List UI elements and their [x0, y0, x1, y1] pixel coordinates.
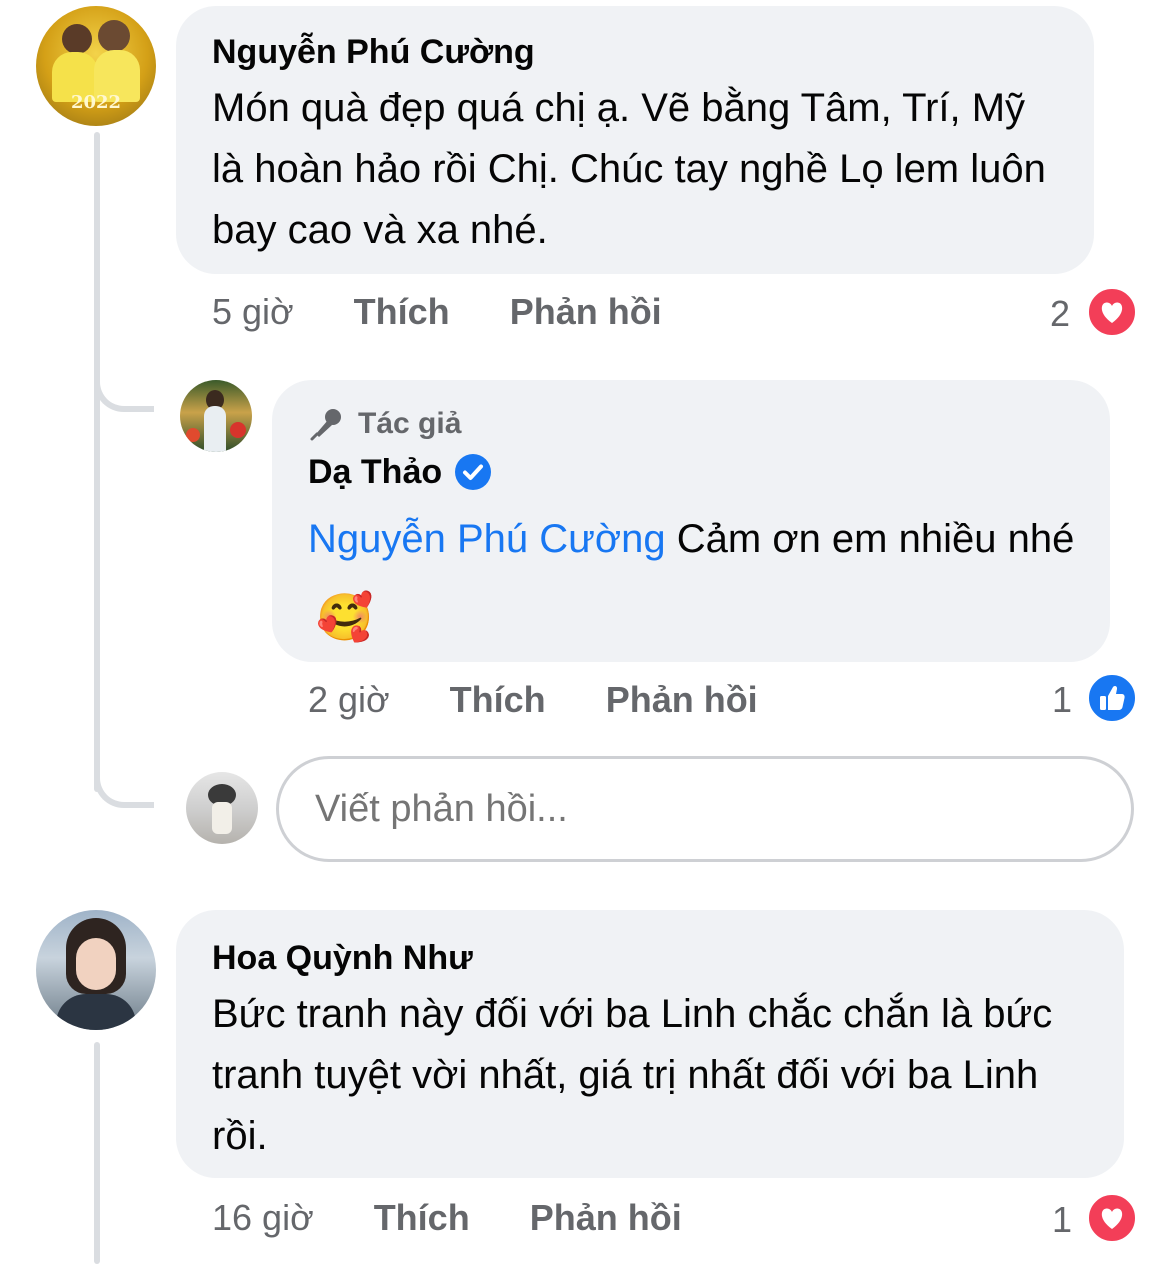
comment-text: Bức tranh này đối với ba Linh chắc chắn …	[212, 992, 1053, 1158]
thread-line	[94, 132, 100, 792]
verified-badge-icon	[454, 453, 492, 491]
reaction-count[interactable]: 1	[1052, 680, 1072, 720]
reply-text: Nguyễn Phú Cường Cảm ơn em nhiều nhé 🥰	[308, 500, 1088, 659]
reply-input[interactable]	[276, 756, 1134, 862]
avatar[interactable]	[36, 910, 156, 1030]
comment-time[interactable]: 16 giờ	[212, 1197, 314, 1238]
heart-icon[interactable]	[1086, 1192, 1138, 1244]
reply-button[interactable]: Phản hồi	[510, 291, 662, 332]
thread-connector	[94, 340, 154, 412]
avatar[interactable]: 2022	[36, 6, 156, 126]
avatar-year-text: 2022	[70, 92, 122, 113]
reply-message: Cảm ơn em nhiều nhé	[665, 517, 1075, 561]
heart-icon[interactable]	[1086, 286, 1138, 338]
reply-actions: 2 giờ Thích Phản hồi	[308, 680, 758, 720]
reaction-count[interactable]: 1	[1052, 1200, 1072, 1240]
reply-author[interactable]: Dạ Thảo	[308, 452, 442, 492]
thread-connector	[94, 730, 154, 808]
reply-bubble: Tác giả Dạ Thảo Nguyễn Phú Cường Cảm ơn …	[272, 380, 1110, 662]
like-icon[interactable]	[1086, 672, 1138, 724]
reply-button[interactable]: Phản hồi	[530, 1197, 682, 1238]
comment-actions: 5 giờ Thích Phản hồi	[212, 292, 662, 332]
avatar[interactable]	[180, 380, 252, 452]
comment-time[interactable]: 5 giờ	[212, 291, 294, 332]
comment-author[interactable]: Hoa Quỳnh Như	[212, 938, 1088, 978]
reaction-count[interactable]: 2	[1050, 294, 1070, 334]
mention-link[interactable]: Nguyễn Phú Cường	[308, 517, 666, 561]
like-button[interactable]: Thích	[354, 291, 450, 332]
reply-time[interactable]: 2 giờ	[308, 679, 390, 720]
comment-text: Món quà đẹp quá chị ạ. Vẽ bằng Tâm, Trí,…	[212, 86, 1046, 252]
like-button[interactable]: Thích	[450, 679, 546, 720]
author-badge-label: Tác giả	[358, 407, 462, 440]
comment-author[interactable]: Nguyễn Phú Cường	[212, 32, 1058, 72]
smiling-face-with-hearts-emoji: 🥰	[316, 591, 374, 643]
comment-bubble: Hoa Quỳnh Như Bức tranh này đối với ba L…	[176, 910, 1124, 1178]
current-user-avatar	[186, 772, 258, 844]
comment-bubble: Nguyễn Phú Cường Món quà đẹp quá chị ạ. …	[176, 6, 1094, 274]
thread-line	[94, 1042, 100, 1264]
comment-actions: 16 giờ Thích Phản hồi	[212, 1198, 682, 1238]
like-button[interactable]: Thích	[374, 1197, 470, 1238]
author-badge: Tác giả	[308, 406, 1074, 442]
reply-button[interactable]: Phản hồi	[606, 679, 758, 720]
microphone-icon	[308, 406, 346, 442]
